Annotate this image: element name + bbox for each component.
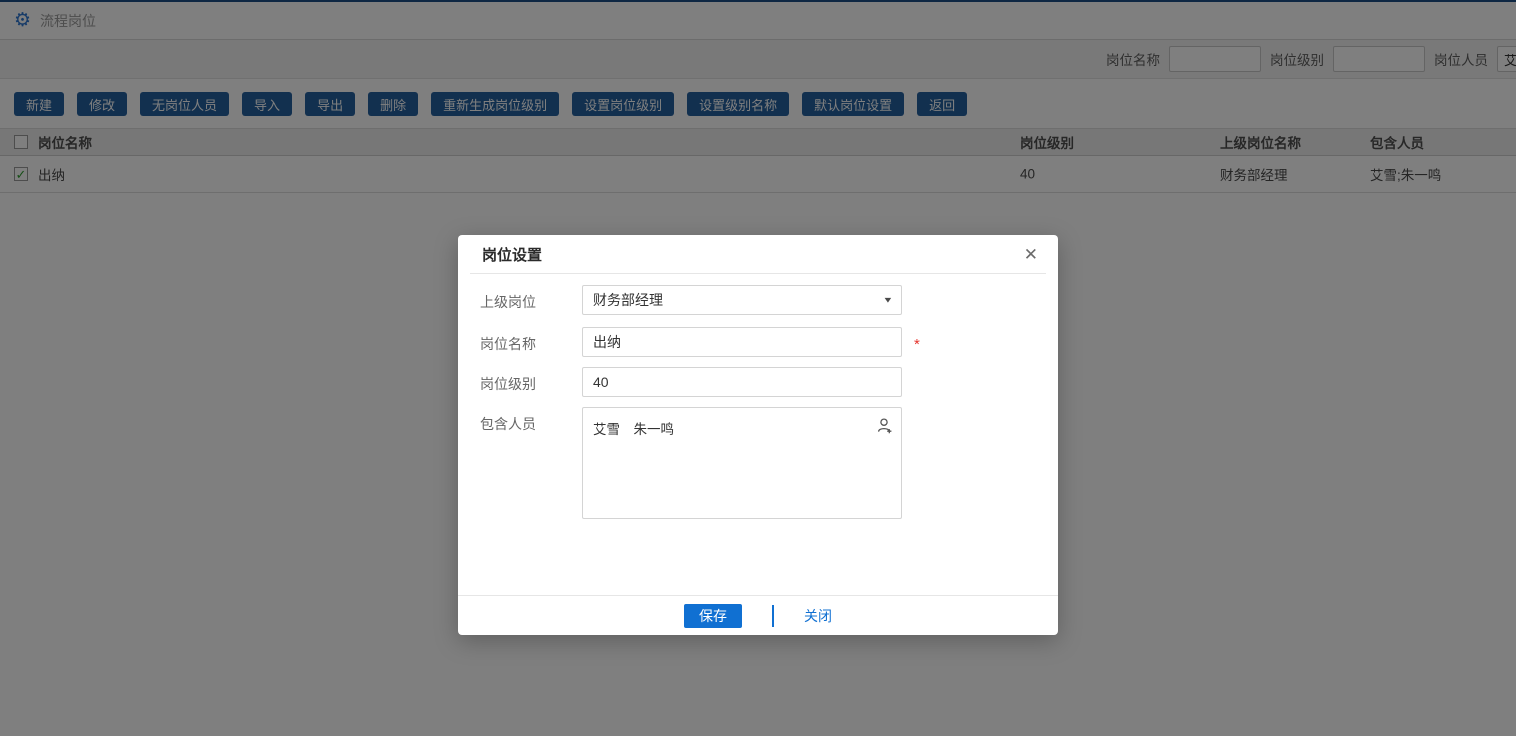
form-row-position-name: 岗位名称 * bbox=[480, 327, 920, 357]
parent-position-label: 上级岗位 bbox=[480, 285, 582, 315]
members-box: 艾雪 朱一鸣 bbox=[582, 407, 902, 519]
members-label: 包含人员 bbox=[480, 407, 582, 519]
close-link[interactable]: 关闭 bbox=[804, 606, 832, 626]
close-icon[interactable]: ✕ bbox=[1020, 244, 1042, 265]
position-settings-modal: 岗位设置 ✕ 上级岗位 财务部经理 ▼ 岗位名称 * 岗位级别 包含人员 艾雪 … bbox=[458, 235, 1058, 635]
modal-title-divider bbox=[470, 273, 1046, 274]
person-add-icon[interactable] bbox=[876, 417, 894, 435]
modal-header: 岗位设置 ✕ bbox=[458, 235, 1058, 273]
position-name-label: 岗位名称 bbox=[480, 327, 582, 357]
position-level-input[interactable] bbox=[582, 367, 902, 397]
position-level-label: 岗位级别 bbox=[480, 367, 582, 397]
parent-position-value: 财务部经理 bbox=[593, 290, 663, 310]
save-button[interactable]: 保存 bbox=[684, 604, 742, 628]
required-asterisk: * bbox=[914, 327, 920, 357]
modal-footer: 保存 关闭 bbox=[458, 595, 1058, 635]
chevron-down-icon: ▼ bbox=[882, 296, 893, 305]
parent-position-select[interactable]: 财务部经理 ▼ bbox=[582, 285, 902, 315]
form-row-parent-position: 上级岗位 财务部经理 ▼ bbox=[480, 285, 902, 315]
form-row-position-level: 岗位级别 bbox=[480, 367, 902, 397]
form-row-members: 包含人员 艾雪 朱一鸣 bbox=[480, 407, 902, 519]
footer-divider bbox=[772, 605, 774, 627]
members-textarea[interactable]: 艾雪 朱一鸣 bbox=[583, 408, 901, 518]
position-name-input[interactable] bbox=[582, 327, 902, 357]
modal-title: 岗位设置 bbox=[482, 244, 542, 265]
